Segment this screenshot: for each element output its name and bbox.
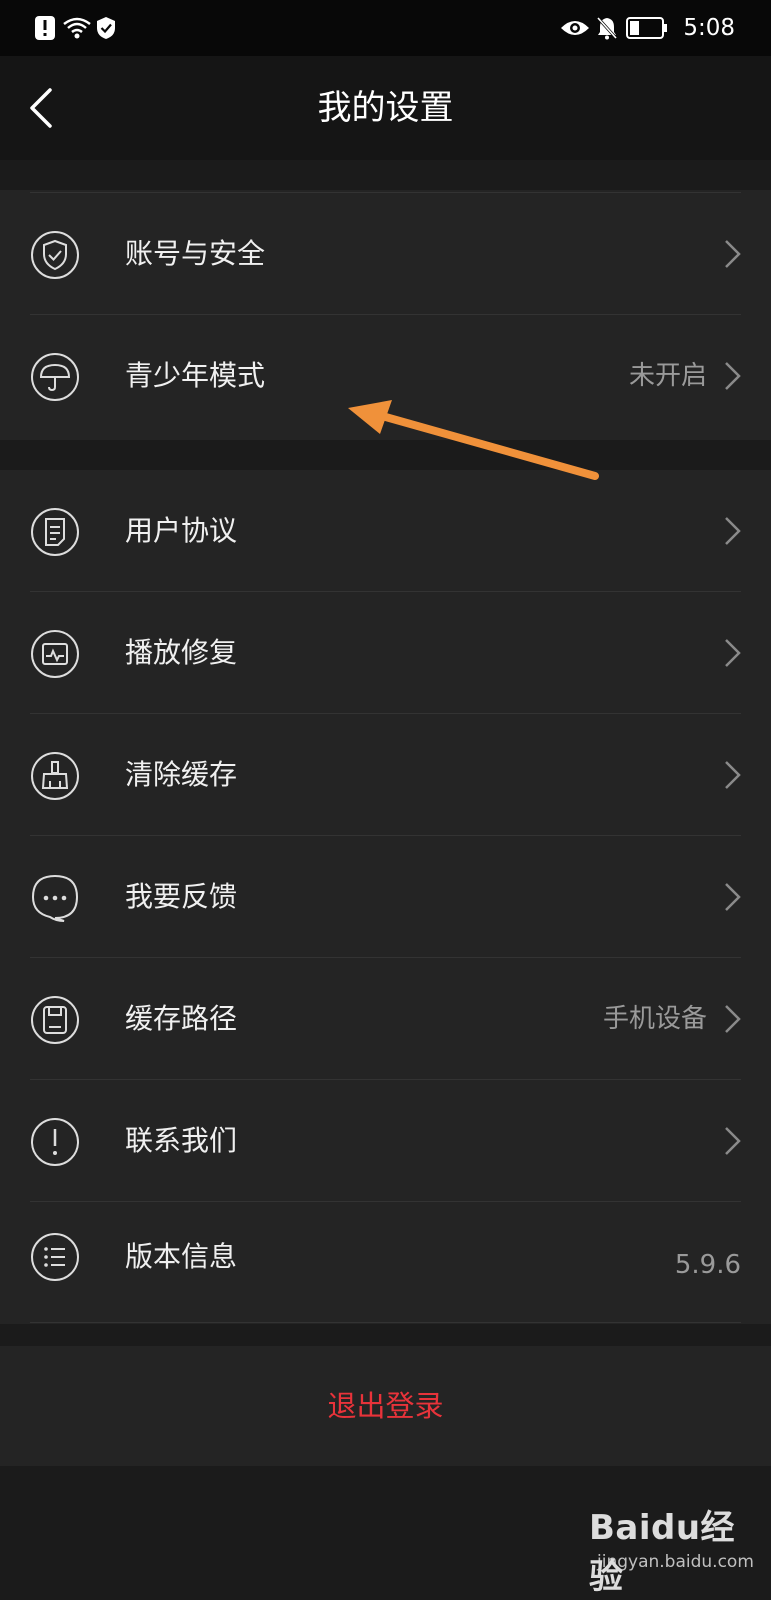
settings-item-value: 手机设备: [602, 1004, 707, 1034]
eye-icon: [560, 0, 590, 56]
settings-item-label: 版本信息: [125, 1240, 238, 1273]
bell-muted-icon: [596, 0, 618, 56]
storage-icon: [30, 995, 80, 1045]
settings-item-contact-us[interactable]: 联系我们: [0, 1080, 771, 1202]
settings-item-playback-repair[interactable]: 播放修复: [0, 592, 771, 714]
settings-item-cache-path[interactable]: 缓存路径 手机设备: [0, 958, 771, 1080]
status-time: 5:08: [683, 15, 735, 41]
settings-item-label: 播放修复: [125, 636, 238, 669]
settings-item-label: 账号与安全: [125, 237, 266, 270]
settings-item-label: 联系我们: [125, 1124, 238, 1157]
chevron-right-icon: [723, 516, 741, 546]
chat-icon: [30, 873, 80, 923]
divider: [30, 1322, 741, 1323]
status-bar: 5:08: [0, 0, 771, 56]
chevron-right-icon: [723, 1126, 741, 1156]
chevron-right-icon: [723, 760, 741, 790]
info-icon: [30, 1117, 80, 1167]
wifi-icon: [62, 0, 92, 56]
umbrella-icon: [30, 352, 80, 402]
broom-icon: [30, 751, 80, 801]
settings-item-label: 青少年模式: [125, 359, 266, 392]
chevron-right-icon: [723, 1004, 741, 1034]
watermark: Baidu经验 jingyan.baidu.com: [589, 1500, 754, 1597]
page-title: 我的设置: [317, 88, 454, 128]
watermark-url: jingyan.baidu.com: [597, 1552, 754, 1572]
annotation-arrow: [348, 400, 599, 480]
settings-item-label: 清除缓存: [125, 758, 238, 791]
logout-button[interactable]: 退出登录: [0, 1346, 771, 1466]
chevron-right-icon: [723, 361, 741, 391]
chevron-right-icon: [723, 239, 741, 269]
settings-item-value: 未开启: [628, 361, 707, 391]
settings-item-clear-cache[interactable]: 清除缓存: [0, 714, 771, 836]
logout-label: 退出登录: [327, 1389, 444, 1423]
battery-icon: [626, 0, 668, 56]
settings-item-label: 缓存路径: [125, 1002, 238, 1035]
back-arrow-icon: [30, 88, 52, 128]
nav-bar: 我的设置: [0, 56, 771, 160]
document-icon: [30, 507, 80, 557]
list-icon: [30, 1232, 80, 1282]
watermark-brand: Baidu经验: [589, 1508, 736, 1597]
chevron-right-icon: [723, 638, 741, 668]
settings-item-version[interactable]: 版本信息 5.9.6: [0, 1202, 771, 1324]
settings-item-feedback[interactable]: 我要反馈: [0, 836, 771, 958]
alert-icon: [34, 0, 56, 56]
settings-item-value: 5.9.6: [674, 1250, 741, 1280]
settings-item-account-security[interactable]: 账号与安全: [0, 193, 771, 315]
settings-group-general: 用户协议 播放修复 清除缓存 我要反馈 缓存路径 手机设备 联系我们 版本信息 …: [0, 470, 771, 1324]
settings-item-label: 我要反馈: [125, 880, 238, 913]
repair-icon: [30, 629, 80, 679]
shield-icon: [30, 230, 80, 280]
settings-item-user-agreement[interactable]: 用户协议: [0, 470, 771, 592]
settings-item-label: 用户协议: [125, 514, 238, 547]
shield-status-icon: [96, 0, 116, 56]
back-button[interactable]: [22, 84, 66, 132]
chevron-right-icon: [723, 882, 741, 912]
